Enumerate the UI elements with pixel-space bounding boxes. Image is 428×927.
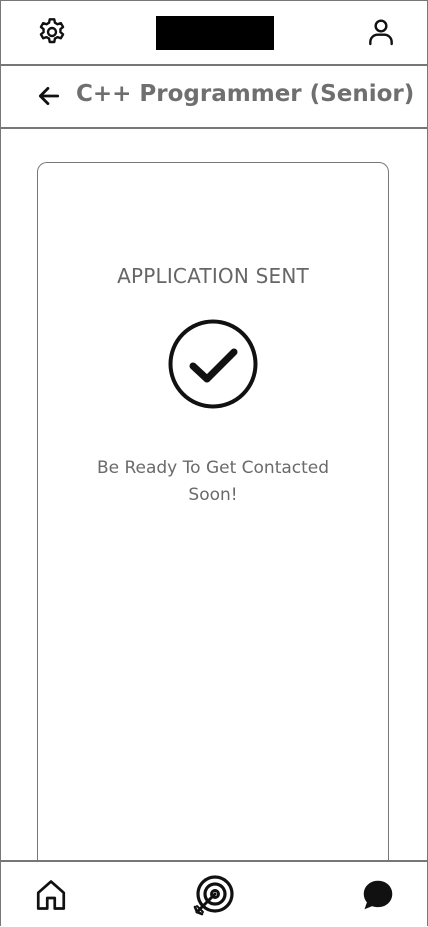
redacted-logo	[156, 16, 274, 50]
status-message: Be Ready To Get Contacted Soon!	[96, 458, 330, 505]
arrow-left-icon[interactable]	[34, 81, 64, 111]
title-bar: C++ Programmer (Senior)	[1, 65, 427, 129]
check-circle-icon	[168, 319, 258, 409]
top-bar	[1, 1, 427, 66]
gear-icon[interactable]	[34, 14, 70, 50]
application-status-card: APPLICATION SENT Be Ready To Get Contact…	[37, 162, 389, 882]
user-icon[interactable]	[363, 14, 399, 50]
home-icon[interactable]	[31, 875, 71, 915]
chat-bubble-icon[interactable]	[358, 875, 398, 915]
page-title: C++ Programmer (Senior)	[76, 81, 415, 107]
bottom-nav	[1, 860, 427, 927]
status-title: APPLICATION SENT	[117, 264, 309, 288]
target-icon[interactable]	[189, 872, 237, 920]
